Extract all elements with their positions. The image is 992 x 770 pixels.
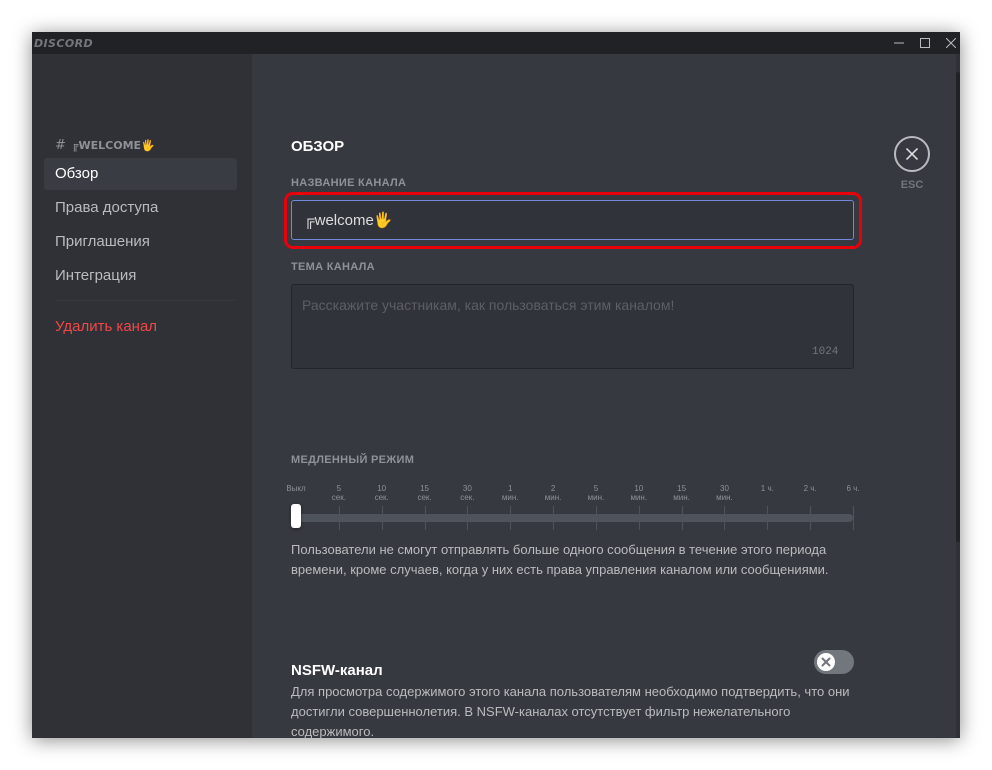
tick-unit: мин.: [544, 493, 562, 502]
slider-tick-mark: [510, 506, 512, 530]
sidebar-item-permissions[interactable]: Права доступа: [44, 192, 237, 224]
slider-tick-mark: [681, 506, 683, 530]
slowmode-label: МЕДЛЕННЫЙ РЕЖИМ: [291, 454, 415, 466]
tick-value: 10: [634, 484, 644, 493]
tick-unit: сек.: [460, 493, 475, 502]
tick-unit: сек.: [331, 493, 346, 502]
sidebar-item-integrations[interactable]: Интеграция: [44, 260, 237, 292]
slider-track[interactable]: [291, 514, 853, 522]
channel-header: # ╔welcome🖐: [55, 138, 155, 153]
slider-tick-label: 30 мин.: [709, 484, 739, 502]
tick-value: 15: [420, 484, 429, 493]
tick-unit: мин.: [501, 493, 519, 502]
slider-tick-mark: [553, 506, 555, 530]
tick-value: 30: [720, 484, 729, 493]
slowmode-description: Пользователи не смогут отправлять больше…: [291, 542, 829, 577]
slider-tick-label: 5 мин.: [581, 484, 611, 502]
close-window-button[interactable]: [936, 32, 960, 54]
tick-value: 1: [507, 484, 513, 493]
slider-tick-label: 2 ч.: [795, 484, 825, 493]
minimize-icon: [894, 42, 904, 44]
tick-value: 6 ч.: [846, 484, 860, 493]
nsfw-title: NSFW-канал: [291, 662, 383, 679]
settings-content: ОБЗОР НАЗВАНИЕ КАНАЛА ТЕМА КАНАЛА 1024 М…: [252, 54, 960, 738]
sidebar-item-overview[interactable]: Обзор: [44, 158, 237, 190]
channel-header-name: ╔welcome🖐: [71, 139, 155, 152]
slowmode-slider[interactable]: Выкл 5 сек. 10 сек. 15 сек. 30 сек. 1 мин. 2 мин. 5 ми…: [286, 484, 860, 544]
tick-unit: мин.: [587, 493, 605, 502]
slider-tick-label: 15 мин.: [667, 484, 697, 502]
channel-topic-input[interactable]: [291, 284, 854, 369]
settings-sidebar: # ╔welcome🖐 Обзор Права доступа Приглашен…: [32, 54, 252, 738]
nsfw-toggle[interactable]: [814, 650, 854, 674]
page-title: ОБЗОР: [291, 138, 345, 155]
tick-unit: мин.: [716, 493, 733, 502]
tick-value: 2 ч.: [803, 484, 817, 493]
tick-value: 15: [677, 484, 687, 493]
app-logo: DISCORD: [34, 37, 93, 50]
channel-name-input[interactable]: [291, 200, 854, 240]
close-icon: [906, 148, 918, 160]
tick-unit: мин.: [630, 493, 648, 502]
slider-handle[interactable]: [291, 504, 301, 528]
tick-value: 5: [593, 484, 599, 493]
tick-unit: мин.: [673, 493, 690, 502]
hash-icon: #: [55, 138, 66, 153]
slider-tick-mark: [767, 506, 769, 530]
scrollbar-thumb[interactable]: [956, 72, 960, 542]
channel-topic-label: ТЕМА КАНАЛА: [291, 261, 375, 273]
slider-tick-mark: [638, 506, 640, 530]
maximize-icon: [920, 38, 930, 48]
slider-tick-mark: [381, 506, 383, 530]
slider-tick-mark: [467, 506, 469, 530]
tick-value: 5: [336, 484, 342, 493]
slider-tick-label: 15 сек.: [410, 484, 440, 502]
slider-tick-mark: [853, 506, 854, 530]
topic-char-counter: 1024: [812, 346, 839, 358]
slider-tick-label: 1 ч.: [752, 484, 782, 493]
esc-label: ESC: [900, 179, 924, 191]
slider-tick-label: 1 мин.: [495, 484, 525, 502]
tick-unit: сек.: [374, 493, 389, 502]
tick-value: 1 ч.: [760, 484, 774, 493]
sidebar-divider: [55, 300, 235, 301]
x-icon: [821, 657, 831, 667]
slider-tick-mark: [724, 506, 726, 530]
close-settings-button[interactable]: [894, 136, 930, 172]
slider-tick-label: 10 мин.: [624, 484, 654, 502]
close-window-icon: [946, 38, 956, 48]
tick-value: 2: [550, 484, 556, 493]
tick-value: Выкл: [286, 484, 306, 493]
toggle-knob: [817, 653, 835, 671]
slider-tick-label: 2 мин.: [538, 484, 568, 502]
slider-tick-label: 30 сек.: [452, 484, 482, 502]
slider-tick-mark: [424, 506, 426, 530]
settings-window: DISCORD # ╔welcome🖐 Обзор Права доступа П…: [32, 32, 960, 738]
delete-channel-button[interactable]: Удалить канал: [44, 311, 237, 343]
sidebar-item-invites[interactable]: Приглашения: [44, 226, 237, 258]
channel-name-label: НАЗВАНИЕ КАНАЛА: [291, 177, 407, 189]
slider-tick-mark: [810, 506, 812, 530]
tick-value: 30: [462, 484, 472, 493]
slider-tick-label: 6 ч.: [838, 484, 868, 493]
tick-value: 10: [377, 484, 387, 493]
slider-tick-label: Выкл: [281, 484, 311, 493]
slider-tick-label: 10 сек.: [367, 484, 397, 502]
slider-tick-mark: [338, 506, 340, 530]
slider-tick-label: 5 сек.: [324, 484, 354, 502]
tick-unit: сек.: [417, 493, 432, 502]
titlebar: DISCORD: [32, 32, 960, 54]
slider-tick-mark: [595, 506, 597, 530]
nsfw-description: Для просмотра содержимого этого канала п…: [291, 684, 850, 738]
